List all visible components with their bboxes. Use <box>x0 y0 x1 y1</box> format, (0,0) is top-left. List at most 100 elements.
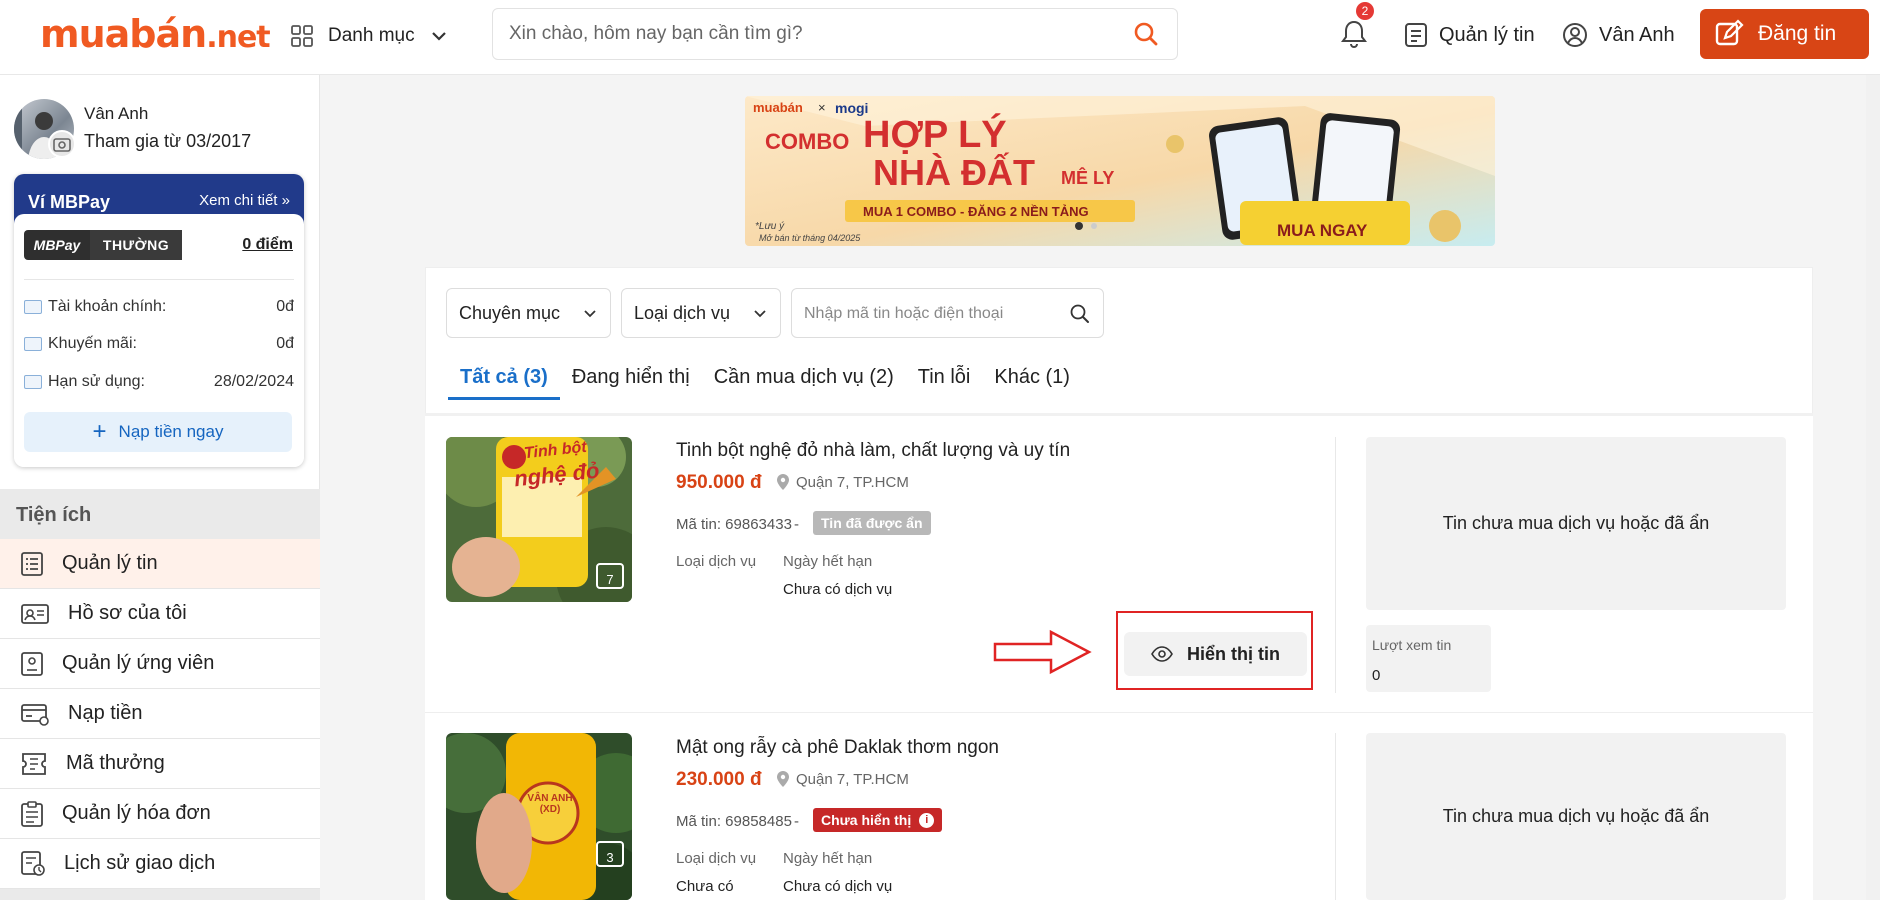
plus-icon: + <box>92 418 107 445</box>
profile-joined: Tham gia từ 03/2017 <box>84 131 252 151</box>
search-icon[interactable] <box>1133 21 1159 47</box>
service-type-filter-dropdown[interactable]: Loại dịch vụ <box>621 288 781 338</box>
document-icon <box>1405 23 1427 47</box>
bell-icon[interactable] <box>1336 16 1372 52</box>
category-menu-button[interactable]: Danh mục <box>290 14 449 58</box>
listing-search-box <box>791 288 1104 338</box>
info-icon[interactable]: i <box>919 812 935 828</box>
divider <box>1335 437 1336 693</box>
tab-showing[interactable]: Đang hiển thị <box>560 360 702 400</box>
views-box: Lượt xem tin 0 <box>1366 625 1491 692</box>
listing-code-separator: - <box>794 813 799 830</box>
scrollbar[interactable] <box>1866 75 1880 900</box>
sidebar-item-transaction-history[interactable]: Lịch sử giao dịch <box>0 839 320 889</box>
sidebar-item-topup[interactable]: Nạp tiền <box>0 689 320 739</box>
show-listing-button[interactable]: Hiển thị tin <box>1124 632 1307 676</box>
wallet-icon <box>24 337 42 351</box>
sidebar-item-invoices[interactable]: Quản lý hóa đơn <box>0 789 320 839</box>
listing-price: 230.000 đ <box>676 769 762 790</box>
voucher-icon <box>22 752 46 775</box>
topup-now-button[interactable]: + Nạp tiền ngay <box>24 412 292 452</box>
tab-other[interactable]: Khác (1) <box>982 360 1082 400</box>
listing-code-separator: - <box>794 516 799 533</box>
listing-code: Mã tin: 69858485 <box>676 813 792 830</box>
wallet-promo-row: Khuyến mãi: 0đ <box>24 333 294 355</box>
service-type-value: Chưa có <box>676 878 734 895</box>
listing-price: 950.000 đ <box>676 472 762 493</box>
camera-icon[interactable] <box>48 130 76 158</box>
photo-count: 3 <box>596 841 624 867</box>
search-input[interactable] <box>509 21 1109 47</box>
sidebar-item-my-profile[interactable]: Hồ sơ của tôi <box>0 589 320 639</box>
divider <box>24 279 294 280</box>
edit-icon <box>1715 19 1744 46</box>
service-notice: Tin chưa mua dịch vụ hoặc đã ẩn <box>1366 437 1786 610</box>
status-badge: Chưa hiển thị i <box>813 808 943 832</box>
listing-title[interactable]: Mật ong rẫy cà phê Daklak thơm ngon <box>676 737 999 759</box>
tab-all[interactable]: Tất cả (3) <box>448 360 560 400</box>
wallet-expiry-row: Hạn sử dụng: 28/02/2024 <box>24 371 294 393</box>
site-logo[interactable]: muabán.net <box>40 12 271 56</box>
chevron-down-icon <box>584 310 596 318</box>
status-badge: Tin đã được ẩn <box>813 511 931 535</box>
banner-line2a: NHÀ ĐẤT <box>873 152 1035 193</box>
photo-count: 7 <box>596 563 624 589</box>
user-icon <box>1563 23 1587 47</box>
promo-banner[interactable]: muabán × mogi COMBO HỢP LÝ NHÀ ĐẤT MÊ LY… <box>745 96 1495 246</box>
candidate-icon <box>21 651 43 676</box>
sidebar-item-manage-listings[interactable]: Quản lý tin <box>0 539 320 589</box>
mbpay-tier-badge: MBPay THƯỜNG <box>24 230 182 260</box>
user-account-link[interactable]: Vân Anh <box>1561 18 1675 52</box>
listing-thumbnail[interactable]: VÂN ANH (XD) 3 <box>446 733 632 900</box>
sidebar-footer-strip <box>0 889 320 900</box>
divider <box>1335 733 1336 900</box>
listing-tabs: Tất cả (3) Đang hiển thị Cần mua dịch vụ… <box>448 360 1082 400</box>
profile-name: Vân Anh <box>84 104 149 123</box>
service-notice: Tin chưa mua dịch vụ hoặc đã ẩn <box>1366 733 1786 900</box>
listing-thumbnail[interactable]: Tinh bột nghệ đỏ 7 <box>446 437 632 602</box>
listing-title[interactable]: Tinh bột nghệ đỏ nhà làm, chất lượng và … <box>676 440 1070 462</box>
card-icon <box>21 703 49 726</box>
notification-badge: 2 <box>1356 2 1374 20</box>
banner-cta: MUA NGAY <box>1277 221 1368 240</box>
search-icon[interactable] <box>1069 303 1091 325</box>
manage-listings-link[interactable]: Quản lý tin <box>1403 18 1535 52</box>
eye-icon <box>1151 646 1173 662</box>
views-label: Lượt xem tin <box>1372 637 1452 653</box>
tab-need-service[interactable]: Cần mua dịch vụ (2) <box>702 360 906 400</box>
post-listing-button[interactable]: Đăng tin <box>1700 9 1869 59</box>
sidebar-item-vouchers[interactable]: Mã thưởng <box>0 739 320 789</box>
history-icon <box>21 850 45 876</box>
expiry-label: Ngày hết hạn <box>783 850 873 867</box>
expiry-label: Ngày hết hạn <box>783 553 873 570</box>
clipboard-icon <box>21 800 43 827</box>
tab-error[interactable]: Tin lỗi <box>906 360 983 400</box>
expiry-value: Chưa có dịch vụ <box>783 581 893 598</box>
calendar-icon <box>24 375 42 389</box>
wallet-detail-link[interactable]: Xem chi tiết » <box>199 192 290 209</box>
search-bar <box>492 8 1178 60</box>
category-label: Danh mục <box>328 25 415 46</box>
expiry-value: Chưa có dịch vụ <box>783 878 893 895</box>
manage-listings-label: Quản lý tin <box>1439 23 1535 46</box>
banner-note2: Mở bán từ tháng 04/2025 <box>759 233 861 243</box>
double-chevron-right-icon: » <box>281 192 290 209</box>
location-pin-icon <box>777 771 789 787</box>
listing-location: Quận 7, TP.HCM <box>776 770 909 788</box>
service-type-label: Loại dịch vụ <box>676 850 757 867</box>
views-value: 0 <box>1372 667 1381 684</box>
chevron-down-icon <box>431 32 446 41</box>
banner-brand-x: × <box>818 100 826 115</box>
wallet-points[interactable]: 0 điểm <box>242 236 293 254</box>
chevron-down-icon <box>754 310 766 318</box>
id-card-icon <box>21 603 49 624</box>
wallet-icon <box>24 300 42 314</box>
category-filter-dropdown[interactable]: Chuyên mục <box>446 288 611 338</box>
mbpay-tier: THƯỜNG <box>90 230 182 260</box>
arrow-right-icon <box>993 629 1092 675</box>
banner-note1: *Lưu ý <box>755 221 785 232</box>
listing-search-input[interactable] <box>804 303 1064 325</box>
wallet-main-balance-row: Tài khoản chính: 0đ <box>24 296 294 318</box>
sidebar-item-candidates[interactable]: Quản lý ứng viên <box>0 639 320 689</box>
listing-code: Mã tin: 69863433 <box>676 516 792 533</box>
